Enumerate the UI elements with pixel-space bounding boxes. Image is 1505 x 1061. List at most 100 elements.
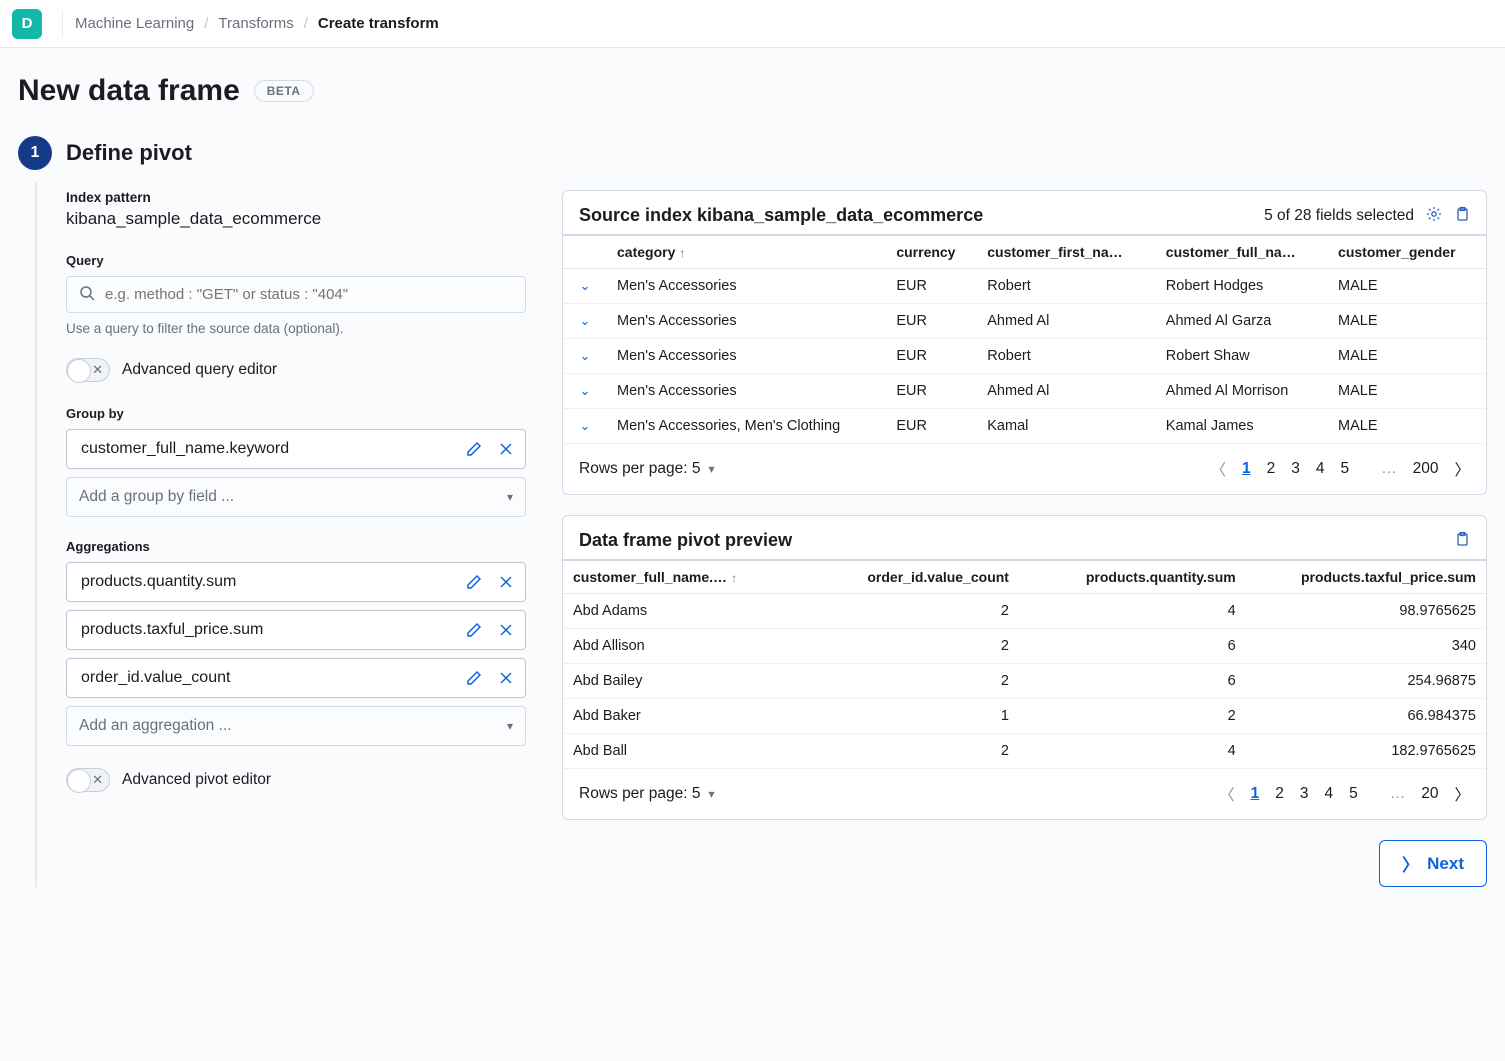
edit-icon[interactable] <box>465 440 483 458</box>
page-button[interactable]: 4 <box>1324 785 1333 802</box>
beta-badge: BETA <box>254 80 314 102</box>
chevron-down-icon: ▾ <box>709 787 715 801</box>
page-button[interactable]: 200 <box>1413 460 1439 478</box>
prev-page-button[interactable]: 〈 <box>1219 783 1235 805</box>
next-page-button[interactable]: 〉 <box>1454 783 1470 805</box>
edit-icon[interactable] <box>465 621 483 639</box>
group-by-item: customer_full_name.keyword <box>66 429 526 469</box>
aggregation-item: products.quantity.sum <box>66 562 526 602</box>
query-input[interactable] <box>66 276 526 313</box>
table-row: ⌄ Men's Accessories EUR Ahmed Al Ahmed A… <box>563 304 1486 339</box>
breadcrumb-current: Create transform <box>318 15 439 32</box>
page-button[interactable]: 4 <box>1316 460 1325 477</box>
close-icon: ✕ <box>92 772 103 788</box>
sort-asc-icon: ↑ <box>731 571 737 585</box>
query-help-text: Use a query to filter the source data (o… <box>66 321 526 336</box>
clipboard-icon[interactable] <box>1454 531 1470 550</box>
add-aggregation-field[interactable]: Add an aggregation ... ▾ <box>66 706 526 746</box>
prev-page-button[interactable]: 〈 <box>1210 458 1226 480</box>
close-icon[interactable] <box>497 440 515 458</box>
index-pattern-value: kibana_sample_data_ecommerce <box>66 209 526 229</box>
rows-per-page-select[interactable]: Rows per page: 5 ▾ <box>579 785 715 803</box>
close-icon[interactable] <box>497 573 515 591</box>
page-button[interactable]: 3 <box>1300 785 1309 802</box>
close-icon[interactable] <box>497 621 515 639</box>
chevron-down-icon[interactable]: ⌄ <box>580 278 591 293</box>
next-page-button[interactable]: 〉 <box>1454 458 1470 480</box>
table-row: Abd Baker 1 2 66.984375 <box>563 699 1486 734</box>
query-label: Query <box>66 253 526 268</box>
advanced-pivot-editor-toggle[interactable]: ✕ <box>66 768 110 792</box>
search-icon <box>79 285 95 304</box>
close-icon: ✕ <box>92 362 103 378</box>
column-header[interactable]: customer_gender <box>1328 235 1486 269</box>
group-by-label: Group by <box>66 406 526 421</box>
page-button[interactable]: 1 <box>1242 460 1251 477</box>
step-number: 1 <box>18 136 52 170</box>
app-logo[interactable]: D <box>12 9 42 39</box>
fields-selected-count: 5 of 28 fields selected <box>1264 207 1414 225</box>
chevron-down-icon: ▾ <box>709 462 715 476</box>
table-row: Abd Adams 2 4 98.9765625 <box>563 594 1486 629</box>
table-row: Abd Ball 2 4 182.9765625 <box>563 734 1486 769</box>
breadcrumb-item[interactable]: Transforms <box>218 15 293 32</box>
clipboard-icon[interactable] <box>1454 206 1470 225</box>
next-button[interactable]: 〉 Next <box>1379 840 1487 887</box>
breadcrumb: Machine Learning / Transforms / Create t… <box>75 15 439 32</box>
index-pattern-label: Index pattern <box>66 190 526 205</box>
advanced-pivot-editor-label: Advanced pivot editor <box>122 771 271 789</box>
chevron-down-icon[interactable]: ⌄ <box>580 313 591 328</box>
add-group-by-field[interactable]: Add a group by field ... ▾ <box>66 477 526 517</box>
table-row: Abd Allison 2 6 340 <box>563 629 1486 664</box>
table-row: Abd Bailey 2 6 254.96875 <box>563 664 1486 699</box>
table-row: ⌄ Men's Accessories EUR Ahmed Al Ahmed A… <box>563 374 1486 409</box>
rows-per-page-select[interactable]: Rows per page: 5 ▾ <box>579 460 715 478</box>
column-header[interactable]: customer_full_na… <box>1156 235 1328 269</box>
pagination-ellipsis: … <box>1390 785 1406 803</box>
page-button[interactable]: 2 <box>1267 460 1276 477</box>
query-input-field[interactable] <box>105 286 513 303</box>
page-button[interactable]: 1 <box>1251 785 1260 802</box>
page-button[interactable]: 5 <box>1349 785 1358 802</box>
column-header[interactable]: customer_full_name.…↑ <box>563 560 803 594</box>
page-title: New data frame <box>18 74 240 108</box>
column-header[interactable]: currency <box>886 235 977 269</box>
chevron-down-icon[interactable]: ⌄ <box>580 383 591 398</box>
topbar: D Machine Learning / Transforms / Create… <box>0 0 1505 48</box>
step-title: Define pivot <box>66 140 192 166</box>
close-icon[interactable] <box>497 669 515 687</box>
source-index-panel: Source index kibana_sample_data_ecommerc… <box>562 190 1487 495</box>
pagination: 〈 12345 … 200 〉 <box>1210 458 1470 480</box>
table-row: ⌄ Men's Accessories, Men's Clothing EUR … <box>563 409 1486 444</box>
chevron-down-icon[interactable]: ⌄ <box>580 348 591 363</box>
page-button[interactable]: 3 <box>1291 460 1300 477</box>
column-header[interactable]: customer_first_na… <box>977 235 1156 269</box>
table-row: ⌄ Men's Accessories EUR Robert Robert Ho… <box>563 269 1486 304</box>
divider <box>62 10 63 38</box>
pivot-preview-table: customer_full_name.…↑ order_id.value_cou… <box>563 559 1486 769</box>
chevron-down-icon[interactable]: ⌄ <box>580 418 591 433</box>
column-header[interactable]: category↑ <box>607 235 886 269</box>
source-index-table: category↑ currency customer_first_na… cu… <box>563 234 1486 444</box>
column-header[interactable]: order_id.value_count <box>803 560 1019 594</box>
edit-icon[interactable] <box>465 573 483 591</box>
pagination-ellipsis: … <box>1381 460 1397 478</box>
pagination: 〈 12345 … 20 〉 <box>1219 783 1470 805</box>
advanced-query-editor-toggle[interactable]: ✕ <box>66 358 110 382</box>
gear-icon[interactable] <box>1426 206 1442 225</box>
chevron-right-icon: 〉 <box>1402 851 1419 876</box>
source-index-title: Source index kibana_sample_data_ecommerc… <box>579 205 983 226</box>
breadcrumb-item[interactable]: Machine Learning <box>75 15 194 32</box>
page-button[interactable]: 20 <box>1421 785 1438 803</box>
page-button[interactable]: 5 <box>1340 460 1349 477</box>
pivot-preview-title: Data frame pivot preview <box>579 530 792 551</box>
column-header[interactable]: products.taxful_price.sum <box>1246 560 1486 594</box>
chevron-down-icon: ▾ <box>507 719 513 733</box>
chevron-down-icon: ▾ <box>507 490 513 504</box>
aggregation-item: products.taxful_price.sum <box>66 610 526 650</box>
aggregations-label: Aggregations <box>66 539 526 554</box>
aggregation-item: order_id.value_count <box>66 658 526 698</box>
page-button[interactable]: 2 <box>1275 785 1284 802</box>
edit-icon[interactable] <box>465 669 483 687</box>
column-header[interactable]: products.quantity.sum <box>1019 560 1246 594</box>
